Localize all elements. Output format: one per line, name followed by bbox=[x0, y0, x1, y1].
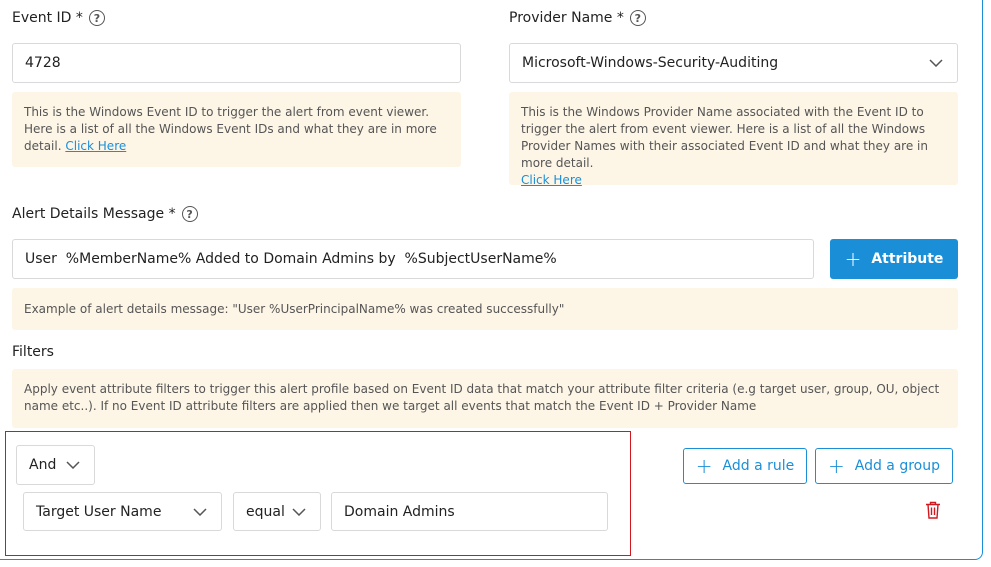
plus-icon: + bbox=[844, 247, 862, 271]
event-id-label-text: Event ID * bbox=[12, 10, 83, 26]
alert-message-example-note: Example of alert details message: "User … bbox=[12, 288, 958, 330]
event-id-value: 4728 bbox=[25, 55, 61, 71]
filters-note-text: Apply event attribute filters to trigger… bbox=[24, 382, 940, 413]
add-attribute-label: Attribute bbox=[871, 251, 944, 267]
provider-name-value: Microsoft-Windows-Security-Auditing bbox=[522, 55, 779, 71]
add-group-button[interactable]: + Add a group bbox=[815, 448, 953, 484]
alert-message-label: Alert Details Message * ? bbox=[12, 206, 198, 222]
provider-name-note-text: This is the Windows Provider Name associ… bbox=[521, 105, 928, 170]
add-attribute-button[interactable]: + Attribute bbox=[830, 239, 958, 279]
highlight-box bbox=[5, 431, 631, 556]
filters-label: Filters bbox=[12, 344, 54, 360]
provider-name-label: Provider Name * ? bbox=[509, 10, 646, 26]
filters-label-text: Filters bbox=[12, 344, 54, 360]
add-rule-button[interactable]: + Add a rule bbox=[683, 448, 807, 484]
question-circle-icon[interactable]: ? bbox=[181, 206, 198, 222]
provider-name-click-here-link[interactable]: Click Here bbox=[521, 173, 582, 187]
add-group-label: Add a group bbox=[854, 458, 940, 474]
plus-icon: + bbox=[827, 454, 845, 478]
add-rule-label: Add a rule bbox=[722, 458, 795, 474]
event-id-label: Event ID * ? bbox=[12, 10, 105, 26]
chevron-down-icon bbox=[929, 59, 943, 67]
provider-name-help-note: This is the Windows Provider Name associ… bbox=[509, 92, 958, 187]
filters-help-note: Apply event attribute filters to trigger… bbox=[12, 369, 958, 428]
event-id-help-note: This is the Windows Event ID to trigger … bbox=[12, 92, 461, 167]
alert-message-input[interactable]: User %MemberName% Added to Domain Admins… bbox=[12, 239, 814, 279]
alert-message-value: User %MemberName% Added to Domain Admins… bbox=[25, 251, 557, 267]
event-id-click-here-link[interactable]: Click Here bbox=[65, 139, 126, 153]
event-id-input[interactable]: 4728 bbox=[12, 43, 461, 83]
question-circle-icon[interactable]: ? bbox=[629, 10, 646, 26]
provider-name-label-text: Provider Name * bbox=[509, 10, 624, 26]
alert-message-example-text: Example of alert details message: "User … bbox=[24, 302, 565, 316]
alert-message-label-text: Alert Details Message * bbox=[12, 206, 176, 222]
question-circle-icon[interactable]: ? bbox=[88, 10, 105, 26]
trash-icon[interactable] bbox=[925, 501, 941, 519]
provider-name-select[interactable]: Microsoft-Windows-Security-Auditing bbox=[509, 43, 958, 83]
plus-icon: + bbox=[695, 454, 713, 478]
